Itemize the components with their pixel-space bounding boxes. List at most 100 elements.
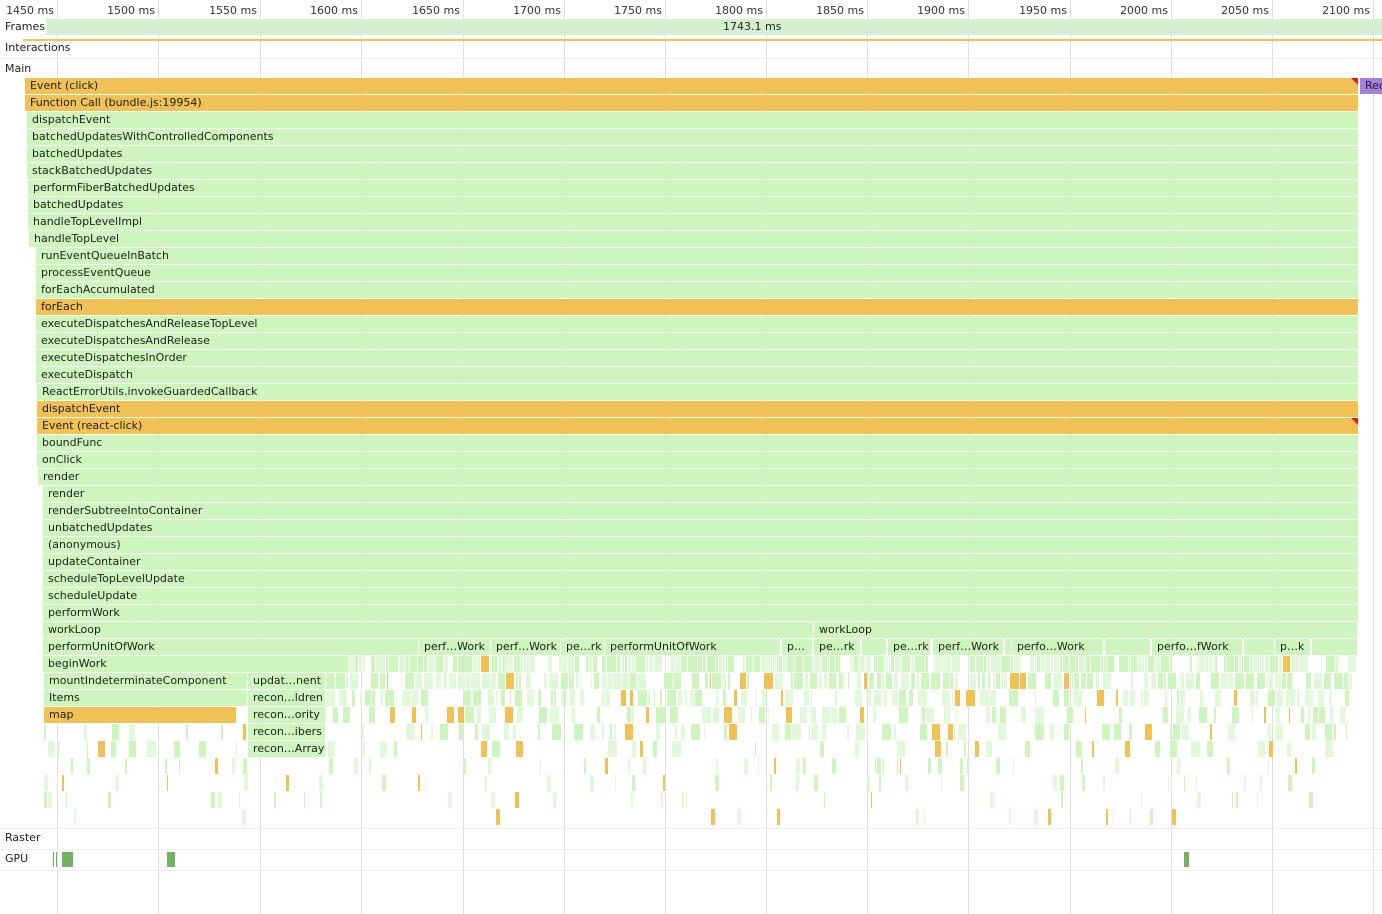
flame-bar[interactable]	[1277, 690, 1283, 706]
flame-bar[interactable]	[715, 775, 719, 791]
flame-bar[interactable]	[777, 656, 778, 672]
flame-bar[interactable]	[1053, 690, 1059, 706]
flame-bar[interactable]	[630, 690, 633, 706]
flame-bar[interactable]	[978, 673, 980, 689]
flame-bar[interactable]	[575, 656, 579, 672]
flame-bar[interactable]	[892, 690, 898, 706]
flame-bar[interactable]	[670, 707, 678, 723]
flame-bar[interactable]	[1269, 673, 1273, 689]
flame-bar[interactable]	[1269, 741, 1273, 757]
flame-bar[interactable]	[449, 673, 456, 689]
flame-bar[interactable]	[943, 673, 949, 689]
flame-bar[interactable]	[786, 707, 792, 723]
flame-bar[interactable]	[1009, 690, 1018, 706]
flame-bar[interactable]	[1268, 758, 1269, 774]
flame-bar[interactable]	[722, 673, 726, 689]
flame-bar[interactable]	[1330, 690, 1331, 706]
flame-bar[interactable]	[199, 741, 206, 757]
flame-bar[interactable]: workLoop	[814, 622, 1357, 638]
flame-bar[interactable]: recon…ldren	[248, 690, 325, 706]
flame-bar[interactable]	[980, 690, 989, 706]
flame-bar[interactable]	[615, 775, 616, 791]
flame-bar[interactable]	[771, 656, 772, 672]
flame-bar[interactable]	[781, 690, 783, 706]
flame-bar[interactable]	[982, 673, 985, 689]
flame-bar[interactable]: renderSubtreeIntoContainer	[43, 503, 1358, 519]
flame-bar[interactable]	[623, 656, 624, 672]
flame-bar[interactable]	[215, 758, 218, 774]
flame-bar[interactable]	[496, 690, 497, 706]
flame-bar[interactable]	[711, 809, 715, 825]
flame-bar[interactable]	[44, 792, 47, 808]
flame-bar[interactable]	[1232, 792, 1233, 808]
flame-bar[interactable]	[675, 724, 677, 740]
flame-bar[interactable]	[625, 656, 627, 672]
flame-bar[interactable]	[984, 656, 986, 672]
flame-bar[interactable]	[868, 690, 871, 706]
flame-bar[interactable]	[1291, 656, 1299, 672]
flame-bar[interactable]	[895, 656, 901, 672]
flame-bar[interactable]	[464, 656, 472, 672]
flame-bar[interactable]	[932, 724, 940, 740]
flame-bar[interactable]	[794, 673, 803, 689]
flame-bar[interactable]	[991, 656, 1000, 672]
flame-bar[interactable]	[1283, 656, 1290, 672]
flame-bar[interactable]	[783, 656, 786, 672]
flame-bar[interactable]	[458, 673, 465, 689]
flame-bar[interactable]	[805, 673, 808, 689]
flame-bar[interactable]	[538, 724, 540, 740]
flame-bar[interactable]	[884, 690, 887, 706]
flame-bar[interactable]	[553, 792, 556, 808]
flame-bar[interactable]	[960, 775, 964, 791]
flame-bar[interactable]	[869, 673, 874, 689]
flame-bar[interactable]	[1081, 673, 1086, 689]
flame-bar[interactable]	[734, 690, 737, 706]
flame-bar[interactable]	[552, 724, 561, 740]
flame-bar[interactable]	[561, 690, 562, 706]
flame-bar[interactable]	[702, 707, 711, 723]
flame-bar[interactable]	[1312, 639, 1357, 655]
flame-bar[interactable]	[1145, 724, 1152, 740]
flame-bar[interactable]	[681, 656, 687, 672]
flame-bar[interactable]	[764, 673, 773, 689]
flame-bar[interactable]	[1334, 673, 1343, 689]
flame-bar[interactable]	[74, 809, 76, 825]
flame-bar[interactable]	[1148, 656, 1154, 672]
flame-bar[interactable]: processEventQueue	[36, 265, 1358, 281]
flame-bar[interactable]: handleTopLevelImpl	[28, 214, 1358, 230]
flame-bar[interactable]	[1061, 792, 1063, 808]
flame-bar[interactable]	[800, 707, 807, 723]
flame-bar[interactable]	[359, 656, 362, 672]
flame-bar[interactable]: perfo…fWork	[1152, 639, 1242, 655]
flame-bar[interactable]	[491, 673, 496, 689]
flame-bar[interactable]	[1131, 656, 1137, 672]
flame-bar[interactable]	[108, 792, 111, 808]
flame-bar[interactable]	[1215, 690, 1221, 706]
flame-bar[interactable]	[1196, 775, 1197, 791]
flame-bar[interactable]	[911, 656, 914, 672]
flame-bar[interactable]	[915, 656, 924, 672]
flame-bar[interactable]	[506, 673, 514, 689]
flame-bar[interactable]	[1081, 758, 1083, 774]
flame-bar[interactable]	[602, 673, 606, 689]
flame-bar[interactable]	[674, 673, 681, 689]
flame-bar[interactable]	[1028, 673, 1036, 689]
flame-bar[interactable]	[372, 690, 375, 706]
flame-bar[interactable]	[911, 673, 915, 689]
gpu-task[interactable]	[1184, 852, 1189, 867]
flame-bar[interactable]	[387, 673, 388, 689]
flame-bar[interactable]: perf…Work	[419, 639, 490, 655]
flame-bar[interactable]	[1176, 707, 1184, 723]
flame-bar[interactable]	[1182, 724, 1189, 740]
flame-bar[interactable]	[1305, 724, 1310, 740]
flame-bar[interactable]	[785, 690, 793, 706]
flame-bar[interactable]	[243, 724, 246, 740]
flame-bar[interactable]	[1221, 673, 1227, 689]
flame-bar[interactable]	[326, 673, 335, 689]
flame-bar[interactable]	[1145, 656, 1147, 672]
flame-bar[interactable]: batchedUpdates	[28, 197, 1358, 213]
flame-bar[interactable]	[1262, 656, 1264, 672]
flame-bar[interactable]	[948, 724, 953, 740]
flame-bar[interactable]	[390, 707, 395, 723]
flame-bar[interactable]	[513, 724, 516, 740]
